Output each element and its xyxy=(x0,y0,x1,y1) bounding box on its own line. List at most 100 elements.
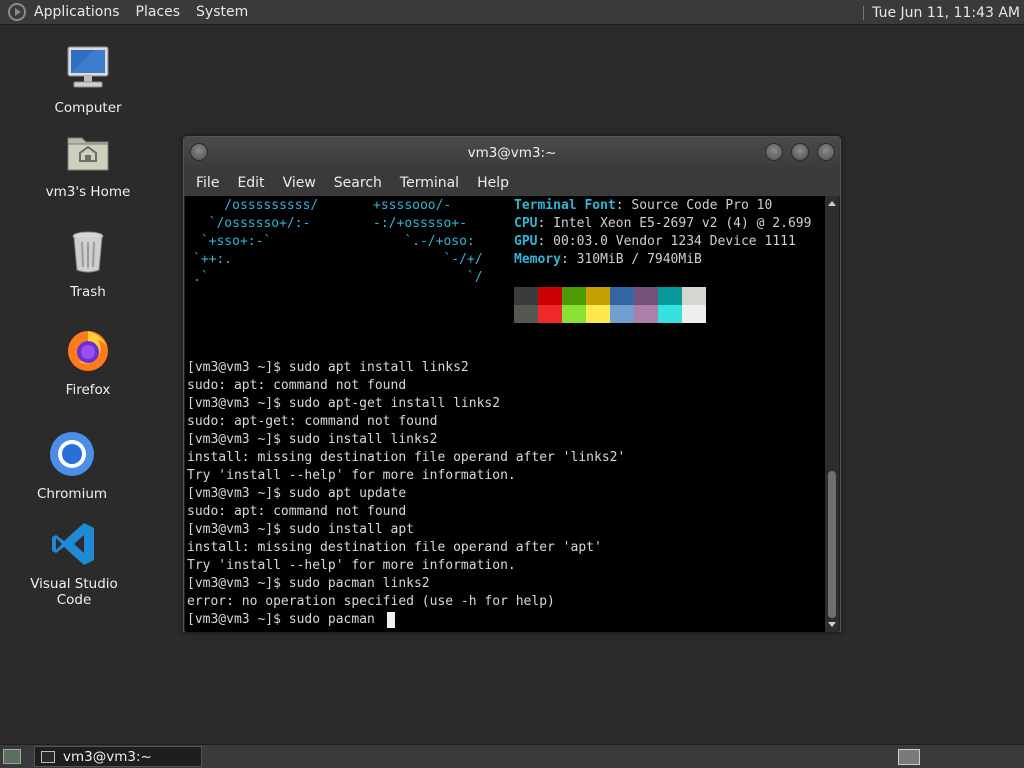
menu-applications[interactable]: Applications xyxy=(26,4,128,20)
color-swatch xyxy=(538,305,562,323)
terminal-window[interactable]: vm3@vm3:~ File Edit View Search Terminal… xyxy=(183,136,841,632)
color-swatch xyxy=(658,287,682,305)
sysinfo-key: Memory xyxy=(514,252,561,267)
ascii-art-line: `+sso+:-` `.-/+oso: xyxy=(193,234,475,249)
clock[interactable]: Tue Jun 11, 11:43 AM xyxy=(872,5,1020,21)
home-folder-icon xyxy=(67,137,109,171)
terminal-line: sudo: apt: command not found xyxy=(187,504,407,519)
color-swatch xyxy=(514,287,538,305)
color-swatch xyxy=(586,305,610,323)
ascii-art-line: .` `/ xyxy=(193,270,483,285)
taskbar-button-terminal[interactable]: vm3@vm3:~ xyxy=(34,746,202,767)
menu-edit[interactable]: Edit xyxy=(227,175,272,191)
desktop-icon-label: Firefox xyxy=(65,382,111,398)
desktop-icon-home[interactable]: vm3's Home xyxy=(33,128,143,200)
computer-icon xyxy=(67,46,109,88)
menu-help[interactable]: Help xyxy=(467,175,517,191)
color-swatch xyxy=(682,287,706,305)
sysinfo-line: Memory: 310MiB / 7940MiB xyxy=(514,252,702,267)
terminal-line: [vm3@vm3 ~]$ sudo install links2 xyxy=(187,432,438,447)
desktop-icon-firefox[interactable]: Firefox xyxy=(33,326,143,398)
color-swatch xyxy=(562,287,586,305)
terminal-line: [vm3@vm3 ~]$ sudo apt install links2 xyxy=(187,360,469,375)
sysinfo-line: Terminal Font: Source Code Pro 10 xyxy=(514,198,773,213)
text-cursor xyxy=(387,612,395,628)
color-swatch xyxy=(610,287,634,305)
window-menu-button[interactable] xyxy=(190,143,208,161)
trash-icon xyxy=(72,231,104,273)
menu-search[interactable]: Search xyxy=(324,175,390,191)
sysinfo-value: 00:03.0 Vendor 1234 Device 1111 xyxy=(545,234,796,249)
sysinfo-line: CPU: Intel Xeon E5-2697 v2 (4) @ 2.699 xyxy=(514,216,812,231)
desktop-icon-computer[interactable]: Computer xyxy=(33,44,143,116)
color-swatch xyxy=(586,287,610,305)
desktop-icon-trash[interactable]: Trash xyxy=(33,228,143,300)
sysinfo-line: GPU: 00:03.0 Vendor 1234 Device 1111 xyxy=(514,234,796,249)
terminal-output[interactable]: /osssssssss/ +ssssooo/- `/ossssso+/:- -:… xyxy=(185,196,826,632)
window-titlebar[interactable]: vm3@vm3:~ xyxy=(184,137,840,169)
terminal-line: error: no operation specified (use -h fo… xyxy=(187,594,555,609)
ascii-art-line: `/ossssso+/:- -:/+osssso+- xyxy=(193,216,467,231)
sysinfo-key: GPU xyxy=(514,234,538,249)
terminal-line: [vm3@vm3 ~]$ sudo pacman links2 xyxy=(187,576,430,591)
terminal-line: sudo: apt-get: command not found xyxy=(187,414,438,429)
terminal-line: Try 'install --help' for more informatio… xyxy=(187,468,516,483)
color-swatch xyxy=(562,305,586,323)
top-panel: Applications Places System Tue Jun 11, 1… xyxy=(0,0,1024,25)
menu-system[interactable]: System xyxy=(188,4,256,20)
terminal-line: sudo: apt: command not found xyxy=(187,378,407,393)
terminal-line: [vm3@vm3 ~]$ sudo apt-get install links2 xyxy=(187,396,501,411)
sysinfo-value: Intel Xeon E5-2697 v2 (4) @ 2.699 xyxy=(545,216,812,231)
sysinfo-value: 310MiB / 7940MiB xyxy=(568,252,702,267)
terminal-icon xyxy=(41,750,55,763)
window-title: vm3@vm3:~ xyxy=(467,145,557,161)
taskbar-label: vm3@vm3:~ xyxy=(63,748,152,765)
menu-places[interactable]: Places xyxy=(128,4,189,20)
ascii-art-line: /osssssssss/ +ssssooo/- xyxy=(193,198,452,213)
terminal-menubar: File Edit View Search Terminal Help xyxy=(184,169,840,196)
close-button[interactable] xyxy=(817,143,835,161)
applications-logo-icon[interactable] xyxy=(8,3,26,21)
color-swatch xyxy=(634,305,658,323)
color-swatch xyxy=(682,305,706,323)
color-swatch xyxy=(634,287,658,305)
firefox-icon xyxy=(68,331,108,371)
scrollbar-thumb[interactable] xyxy=(828,471,836,618)
panel-separator xyxy=(863,5,865,20)
desktop-icon-label: Visual Studio Code xyxy=(30,576,118,608)
terminal-prompt-line: [vm3@vm3 ~]$ sudo pacman xyxy=(187,612,383,627)
menu-file[interactable]: File xyxy=(186,175,227,191)
desktop-icon-chromium[interactable]: Chromium xyxy=(17,430,127,502)
terminal-line: Try 'install --help' for more informatio… xyxy=(187,558,516,573)
terminal-line: install: missing destination file operan… xyxy=(187,450,626,465)
menu-view[interactable]: View xyxy=(273,175,324,191)
ascii-art-line: `++:. `-/+/ xyxy=(193,252,483,267)
color-swatch xyxy=(610,305,634,323)
terminal-line: [vm3@vm3 ~]$ sudo install apt xyxy=(187,522,414,537)
desktop-icon-vscode[interactable]: Visual Studio Code xyxy=(19,520,129,608)
clock-area: Tue Jun 11, 11:43 AM xyxy=(863,0,1020,25)
scroll-down-arrow-icon[interactable] xyxy=(828,622,836,627)
color-swatch xyxy=(538,287,562,305)
desktop-icon-label: vm3's Home xyxy=(45,184,131,200)
scrollbar[interactable] xyxy=(825,196,839,632)
terminal-line: install: missing destination file operan… xyxy=(187,540,602,555)
vscode-icon xyxy=(52,523,94,565)
chromium-icon xyxy=(50,432,94,476)
bottom-panel: vm3@vm3:~ xyxy=(0,744,1024,768)
terminal-line: [vm3@vm3 ~]$ sudo apt update xyxy=(187,486,407,501)
desktop-icon-label: Chromium xyxy=(36,486,108,502)
sysinfo-value: Source Code Pro 10 xyxy=(623,198,773,213)
sysinfo-key: Terminal Font xyxy=(514,198,616,213)
scroll-up-arrow-icon[interactable] xyxy=(828,201,836,206)
menu-terminal[interactable]: Terminal xyxy=(390,175,467,191)
sysinfo-key: CPU xyxy=(514,216,538,231)
maximize-button[interactable] xyxy=(791,143,809,161)
show-desktop-button[interactable] xyxy=(3,749,21,764)
color-swatch xyxy=(658,305,682,323)
workspace-switcher[interactable] xyxy=(898,749,920,765)
minimize-button[interactable] xyxy=(765,143,783,161)
desktop-icon-label: Computer xyxy=(54,100,122,116)
color-swatch xyxy=(514,305,538,323)
desktop-icon-label: Trash xyxy=(70,284,106,300)
